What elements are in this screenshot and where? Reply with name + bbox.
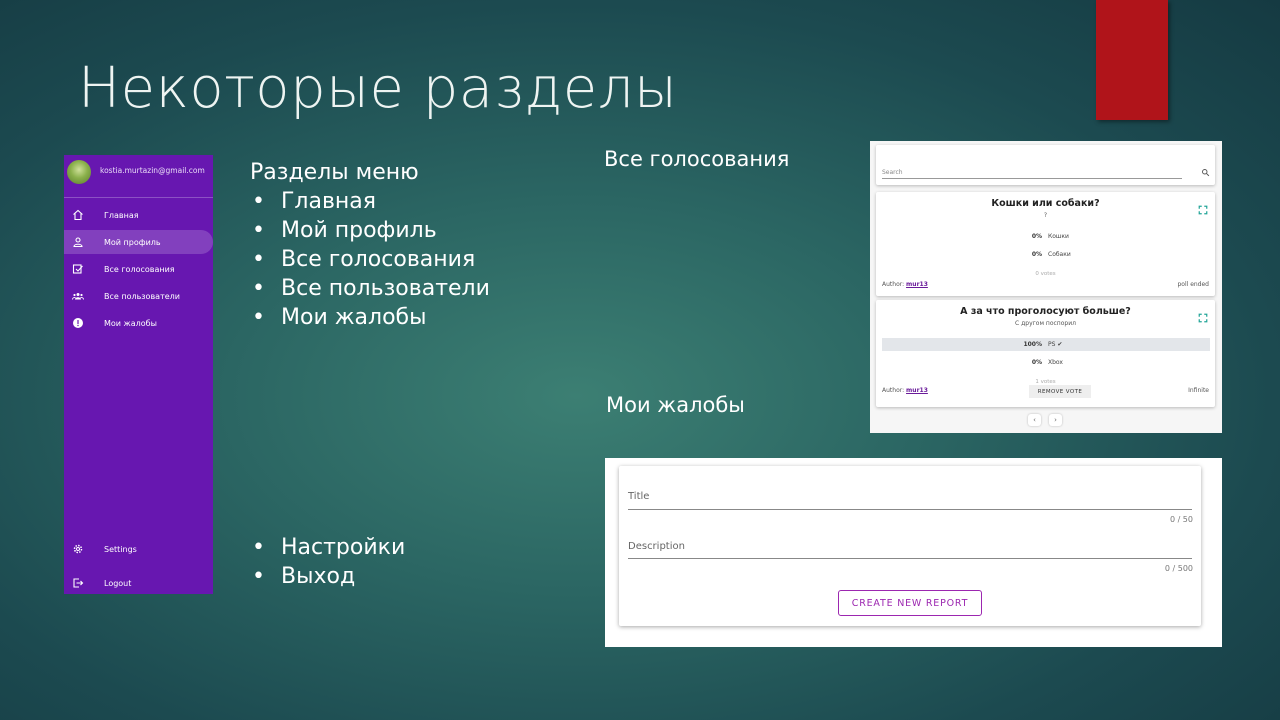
avatar[interactable] [67, 160, 91, 184]
poll-card[interactable]: Кошки или собаки? ? 0% Кошки 0% Собаки 0… [876, 192, 1215, 296]
sidebar-item-label: Logout [104, 578, 132, 588]
title-field[interactable]: Title [628, 491, 649, 502]
sidebar-preview: kostia.murtazin@gmail.com Главная Мой пр… [64, 155, 213, 594]
user-row[interactable]: kostia.murtazin@gmail.com [64, 155, 213, 189]
author-link[interactable]: mur13 [906, 387, 928, 394]
sidebar-item-label: Settings [104, 544, 137, 554]
list-item: Мой профиль [250, 216, 490, 245]
option-label: Кошки [1048, 233, 1069, 240]
poll-option[interactable]: 0% Собаки [882, 248, 1210, 261]
report-form: Title 0 / 50 Description 0 / 500 CREATE … [619, 466, 1201, 626]
search-icon[interactable] [1201, 162, 1210, 177]
user-email: kostia.murtazin@gmail.com [100, 166, 205, 175]
poll-author: Author: mur13 [882, 281, 928, 288]
poll-subtitle: С другом поспорил [1015, 320, 1076, 327]
person-icon [71, 235, 85, 249]
poll-title: Кошки или собаки? [991, 198, 1100, 209]
sidebar-item-label: Главная [104, 210, 139, 220]
list-item: Все голосования [250, 245, 490, 274]
option-label: Xbox [1048, 359, 1063, 366]
pager-next-button[interactable]: › [1049, 414, 1062, 426]
poll-option[interactable]: 0% Кошки [882, 230, 1210, 243]
author-prefix: Author: [882, 281, 905, 288]
sidebar-item-label: Все пользователи [104, 291, 180, 301]
option-percent: 0% [1031, 359, 1042, 366]
logout-icon [71, 576, 85, 590]
sidebar-item-profile[interactable]: Мой профиль [64, 230, 213, 254]
list-item: Все пользователи [250, 274, 490, 303]
sidebar-item-reports[interactable]: Мои жалобы [64, 311, 213, 335]
poll-subtitle: ? [1043, 212, 1048, 219]
polls-preview: Search Кошки или собаки? ? 0% Кошки 0% С… [870, 141, 1222, 433]
my-reports-label: Мои жалобы [606, 393, 745, 417]
description-field[interactable]: Description [628, 541, 685, 552]
all-polls-label: Все голосования [604, 147, 790, 171]
pager-prev-button[interactable]: ‹ [1028, 414, 1041, 426]
title-counter: 0 / 50 [1169, 515, 1193, 524]
poll-title: А за что проголосуют больше? [960, 306, 1131, 317]
poll-status: poll ended [1177, 281, 1209, 288]
vote-count: 0 votes [1035, 271, 1056, 277]
sidebar-item-settings[interactable]: Settings [64, 537, 213, 561]
menu-sections-heading: Разделы меню [250, 160, 419, 185]
sidebar-item-users[interactable]: Все пользователи [64, 284, 213, 308]
sidebar-item-label: Мои жалобы [104, 318, 157, 328]
poll-status: Infinite [1188, 387, 1209, 394]
option-percent: 0% [1031, 233, 1042, 240]
poll-icon [71, 262, 85, 276]
description-underline [628, 558, 1192, 559]
expand-icon[interactable] [1198, 200, 1208, 215]
alert-icon [71, 316, 85, 330]
sidebar-item-logout[interactable]: Logout [64, 571, 213, 595]
menu-sections: Разделы меню Главная Мой профиль Все гол… [250, 158, 490, 332]
poll-author: Author: mur13 [882, 387, 928, 394]
author-link[interactable]: mur13 [906, 281, 928, 288]
home-icon [71, 208, 85, 222]
poll-option-selected[interactable]: 100% PS ✔ [882, 338, 1210, 351]
menu-sections-bottom: Настройки Выход [250, 533, 405, 591]
description-counter: 0 / 500 [1164, 564, 1193, 573]
author-prefix: Author: [882, 387, 905, 394]
option-percent: 100% [1023, 341, 1042, 348]
divider [64, 197, 213, 198]
search-bar[interactable]: Search [876, 145, 1215, 185]
option-label: Собаки [1048, 251, 1071, 258]
list-item: Главная [250, 187, 490, 216]
sidebar-item-label: Все голосования [104, 264, 175, 274]
list-item: Мои жалобы [250, 303, 490, 332]
search-input[interactable]: Search [882, 169, 903, 176]
title-underline [628, 509, 1192, 510]
accent-bar [1096, 0, 1168, 120]
poll-option[interactable]: 0% Xbox [882, 356, 1210, 369]
list-item: Выход [250, 562, 405, 591]
sidebar-item-label: Мой профиль [104, 237, 161, 247]
slide-title: Некоторые разделы [78, 56, 678, 121]
remove-vote-button[interactable]: REMOVE VOTE [1029, 385, 1091, 398]
search-underline [882, 178, 1182, 179]
option-label: PS ✔ [1048, 341, 1063, 348]
gear-icon [71, 542, 85, 556]
report-form-preview: Title 0 / 50 Description 0 / 500 CREATE … [605, 458, 1222, 647]
sidebar-item-home[interactable]: Главная [64, 203, 213, 227]
expand-icon[interactable] [1198, 308, 1208, 323]
list-item: Настройки [250, 533, 405, 562]
poll-card[interactable]: А за что проголосуют больше? С другом по… [876, 300, 1215, 407]
option-percent: 0% [1031, 251, 1042, 258]
sidebar-item-polls[interactable]: Все голосования [64, 257, 213, 281]
create-report-button[interactable]: CREATE NEW REPORT [838, 590, 982, 616]
users-icon [71, 289, 85, 303]
